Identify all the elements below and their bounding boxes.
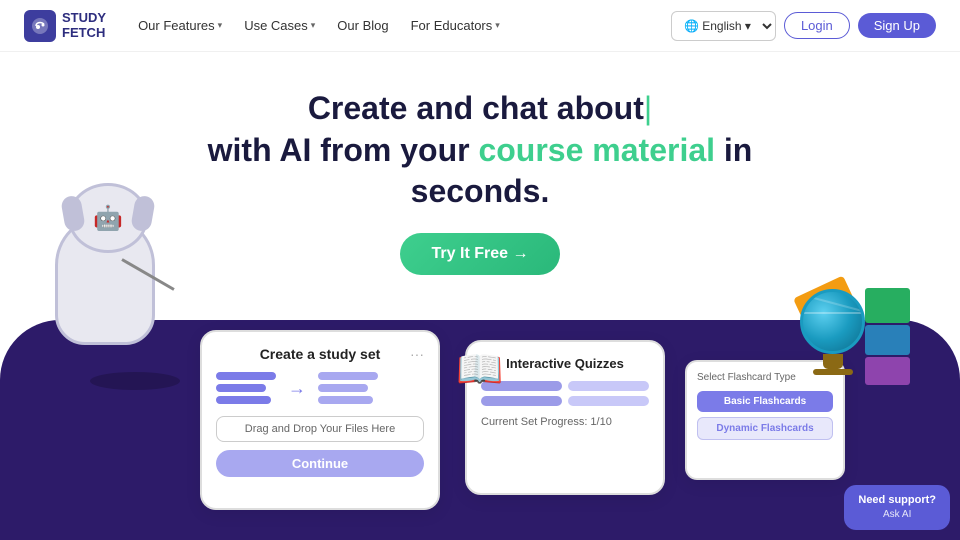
books-stack: [865, 288, 910, 385]
mascot: 🤖: [40, 215, 170, 385]
quiz-row-2: [481, 396, 649, 406]
globe-stand: [823, 354, 843, 369]
login-button[interactable]: Login: [784, 12, 850, 39]
card1-title: Create a study set: [216, 346, 424, 362]
pointer-stick: [121, 258, 174, 291]
basic-flashcard-option[interactable]: Basic Flashcards: [697, 391, 833, 412]
continue-button[interactable]: Continue: [216, 450, 424, 477]
language-select[interactable]: 🌐 English ▾: [671, 11, 776, 41]
globe-decoration: [800, 289, 865, 375]
signup-button[interactable]: Sign Up: [858, 13, 936, 38]
quiz-row-1: [481, 381, 649, 391]
flashcard-type-card: Select Flashcard Type Basic Flashcards D…: [685, 360, 845, 480]
card1-lines: →: [216, 372, 424, 404]
create-study-set-card: Create a study set ··· → Drag and Drop Y…: [200, 330, 440, 510]
card2-title: Interactive Quizzes: [481, 356, 649, 371]
globe-sphere: [800, 289, 865, 354]
quiz-bars: [481, 381, 649, 406]
bottom-section: 🤖 Create a study set ··· → Drag and Drop…: [0, 320, 960, 540]
line-4: [318, 372, 378, 380]
card1-dots: ···: [410, 346, 424, 362]
nav-links: Our Features▾ Use Cases▾ Our Blog For Ed…: [138, 18, 671, 33]
globe-line2: [804, 294, 862, 311]
nav-blog[interactable]: Our Blog: [337, 18, 388, 33]
nav-use-cases[interactable]: Use Cases▾: [244, 18, 315, 33]
dynamic-flashcard-option[interactable]: Dynamic Flashcards: [697, 417, 833, 440]
lines-left: [216, 372, 276, 404]
try-free-button[interactable]: Try It Free →: [400, 233, 561, 275]
line-6: [318, 396, 373, 404]
book-purple: [865, 357, 910, 385]
hero-heading: Create and chat about| with AI from your…: [40, 88, 920, 213]
book-blue: [865, 325, 910, 355]
quiz-bar-1b: [568, 381, 649, 391]
progress-text: Current Set Progress: 1/10: [481, 416, 649, 428]
globe-line: [803, 312, 862, 314]
line-2: [216, 384, 266, 392]
drag-drop-area[interactable]: Drag and Drop Your Files Here: [216, 416, 424, 442]
mascot-body: 🤖: [55, 215, 155, 345]
line-5: [318, 384, 368, 392]
mascot-face: 🤖: [93, 204, 123, 233]
line-1: [216, 372, 276, 380]
navigation: STUDY FETCH Our Features▾ Use Cases▾ Our…: [0, 0, 960, 52]
arrow-icon: →: [288, 378, 306, 399]
quiz-bar-2b: [568, 396, 649, 406]
quiz-bar-2a: [481, 396, 562, 406]
line-3: [216, 396, 271, 404]
logo-text: STUDY FETCH: [62, 11, 106, 40]
cursor-blink: |: [644, 90, 652, 126]
logo-icon: [24, 10, 56, 42]
support-badge[interactable]: Need support? Ask AI: [844, 485, 950, 530]
lines-right: [318, 372, 378, 404]
mascot-ear-right: [130, 195, 156, 233]
globe-base: [813, 369, 853, 375]
nav-right: 🌐 English ▾ Login Sign Up: [671, 11, 936, 41]
nav-educators[interactable]: For Educators▾: [411, 18, 500, 33]
book-green: [865, 288, 910, 323]
support-sub: Ask AI: [858, 508, 936, 522]
nav-features[interactable]: Our Features▾: [138, 18, 222, 33]
open-book-decoration: 📖: [456, 348, 503, 392]
mascot-head: 🤖: [68, 183, 148, 253]
logo[interactable]: STUDY FETCH: [24, 10, 106, 42]
mascot-ear-left: [60, 195, 86, 233]
support-label: Need support?: [858, 493, 936, 508]
